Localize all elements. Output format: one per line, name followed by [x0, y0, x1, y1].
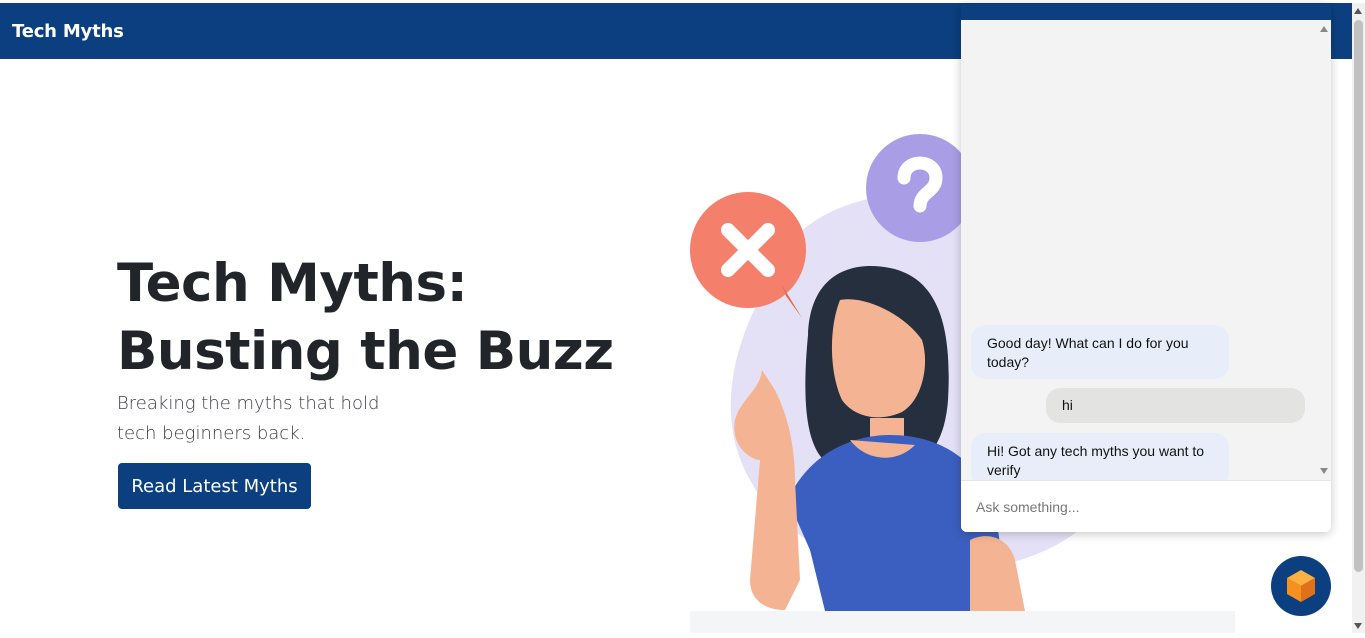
read-latest-myths-button[interactable]: Read Latest Myths — [118, 463, 311, 509]
question-mark-bubble-icon — [866, 134, 974, 242]
chat-panel: Good day! What can I do for you today? h… — [961, 4, 1331, 532]
user-message: hi — [1046, 388, 1305, 423]
scroll-up-arrow-icon[interactable] — [1354, 8, 1362, 14]
chat-launcher-button[interactable] — [1271, 556, 1331, 616]
hero-title-line-2: Busting the Buzz — [117, 321, 614, 382]
page-scrollbar[interactable] — [1352, 3, 1365, 633]
brand-link[interactable]: Tech Myths — [12, 21, 124, 42]
bot-message: Hi! Got any tech myths you want to verif… — [971, 433, 1229, 487]
cube-icon — [1287, 570, 1315, 602]
illustration-footer-strip — [690, 611, 1235, 633]
scroll-down-arrow-icon[interactable] — [1354, 623, 1362, 629]
chat-scroll-up-icon[interactable] — [1320, 26, 1328, 32]
chat-header — [961, 4, 1331, 20]
page-scroll-thumb[interactable] — [1354, 20, 1363, 572]
bot-message: Good day! What can I do for you today? — [971, 325, 1229, 379]
hero-title: Tech Myths: Busting the Buzz — [117, 250, 617, 386]
hero-subtitle: Breaking the myths that hold tech beginn… — [117, 393, 380, 444]
chat-messages: Good day! What can I do for you today? h… — [961, 20, 1317, 487]
chat-scrollbar[interactable] — [1317, 20, 1331, 480]
hero-title-line-1: Tech Myths: — [117, 253, 468, 314]
x-mark-bubble-icon — [690, 192, 806, 318]
chat-scroll-down-icon[interactable] — [1320, 468, 1328, 474]
chat-input[interactable] — [961, 480, 1331, 532]
